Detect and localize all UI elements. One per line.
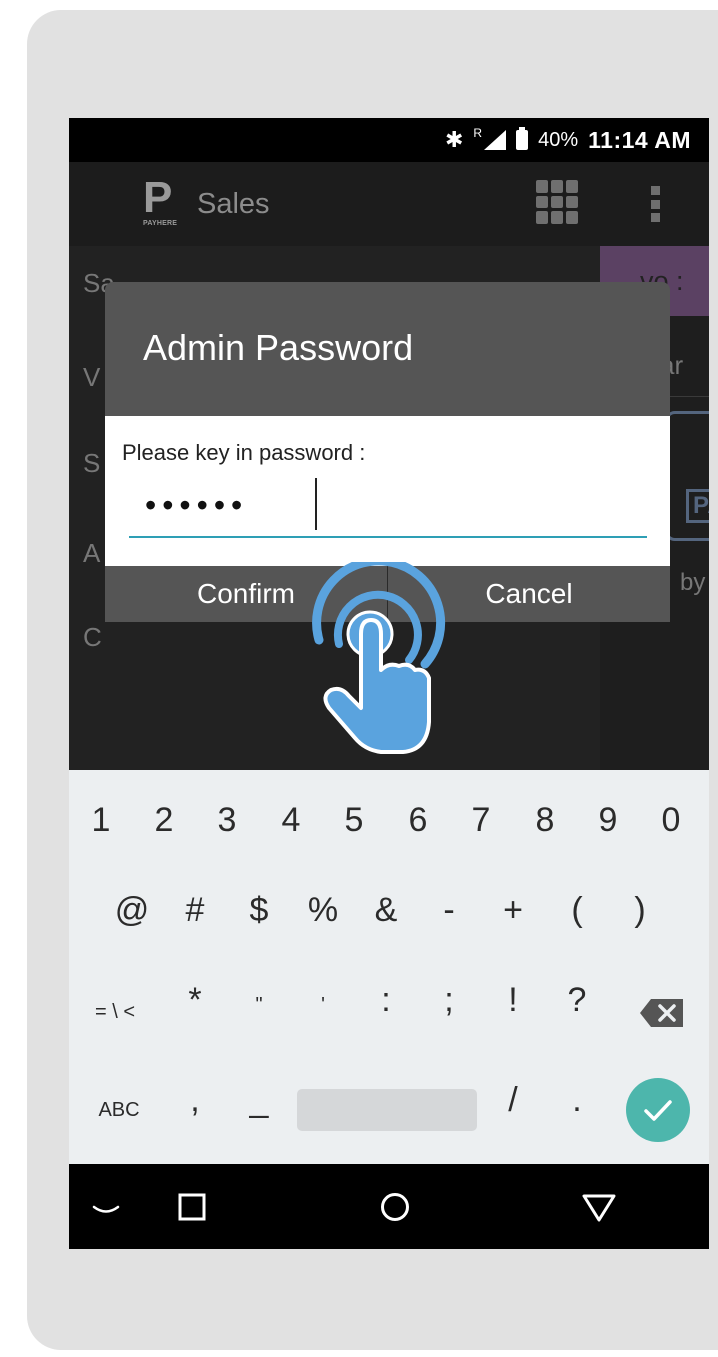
home-icon[interactable] — [380, 1192, 410, 1222]
password-input[interactable] — [129, 474, 647, 538]
key-asterisk[interactable]: * — [173, 970, 217, 1030]
text-cursor — [315, 478, 317, 530]
key-2[interactable]: 2 — [142, 790, 186, 850]
overflow-menu-icon[interactable] — [651, 186, 661, 222]
key-3[interactable]: 3 — [205, 790, 249, 850]
phone-screen: ✱ R 40% 11:14 AM P PAYHERE Sales Sa V S … — [69, 118, 709, 1249]
back-icon[interactable] — [581, 1193, 617, 1223]
key-7[interactable]: 7 — [459, 790, 503, 850]
key-6[interactable]: 6 — [396, 790, 440, 850]
key-more-symbols[interactable]: = \ < — [85, 982, 145, 1042]
menu-item-void[interactable]: V — [83, 362, 100, 393]
clock: 11:14 AM — [588, 126, 691, 153]
key-colon[interactable]: : — [364, 970, 408, 1030]
password-prompt: Please key in password : — [122, 440, 366, 465]
menu-item-close[interactable]: C — [83, 622, 102, 653]
backspace-icon[interactable] — [639, 997, 685, 1029]
tap-gesture-icon — [312, 562, 446, 754]
key-8[interactable]: 8 — [523, 790, 567, 850]
dialog-body: Please key in password : — [105, 416, 670, 566]
qr-payment-icon: PA — [665, 411, 709, 541]
key-4[interactable]: 4 — [269, 790, 313, 850]
numeric-symbol-keyboard: 1 2 3 4 5 6 7 8 9 0 @ # $ % & - + ( ) = … — [69, 770, 709, 1164]
key-close-paren[interactable]: ) — [618, 880, 662, 940]
key-underscore[interactable]: _ — [237, 1070, 281, 1130]
space-bar[interactable] — [297, 1089, 477, 1131]
key-slash[interactable]: / — [491, 1070, 535, 1130]
key-percent[interactable]: % — [301, 880, 345, 940]
key-open-paren[interactable]: ( — [555, 880, 599, 940]
key-question[interactable]: ? — [555, 970, 599, 1030]
key-0[interactable]: 0 — [649, 790, 693, 850]
enter-key[interactable] — [626, 1078, 690, 1142]
menu-item-settings[interactable]: S — [83, 448, 100, 479]
battery-percent: 40% — [538, 128, 579, 151]
key-ampersand[interactable]: & — [364, 880, 408, 940]
navigation-bar — [69, 1164, 709, 1249]
bluetooth-icon: ✱ — [444, 127, 464, 152]
key-exclamation[interactable]: ! — [491, 970, 535, 1030]
payhere-logo: P PAYHERE — [143, 173, 178, 228]
app-bar: P PAYHERE Sales — [69, 162, 709, 246]
key-5[interactable]: 5 — [332, 790, 376, 850]
menu-item-admin[interactable]: A — [83, 538, 100, 569]
key-double-quote[interactable]: " — [237, 975, 281, 1035]
recent-apps-icon[interactable] — [178, 1193, 206, 1221]
hide-keyboard-icon[interactable] — [91, 1204, 121, 1216]
checkmark-icon — [644, 1100, 672, 1121]
key-at[interactable]: @ — [110, 880, 154, 940]
key-semicolon[interactable]: ; — [427, 970, 471, 1030]
key-single-quote[interactable]: ' — [301, 975, 345, 1035]
key-dollar[interactable]: $ — [237, 880, 281, 940]
app-title: Sales — [197, 188, 270, 220]
key-period[interactable]: . — [555, 1070, 599, 1130]
key-1[interactable]: 1 — [79, 790, 123, 850]
dialog-title: Admin Password — [143, 327, 414, 368]
key-comma[interactable]: , — [173, 1070, 217, 1130]
status-bar: ✱ R 40% 11:14 AM — [69, 118, 709, 162]
key-hash[interactable]: # — [173, 880, 217, 940]
key-abc[interactable]: ABC — [89, 1080, 149, 1140]
signal-icon — [484, 130, 507, 150]
roaming-indicator: R — [473, 126, 483, 140]
battery-icon — [516, 127, 529, 150]
powered-by-fragment: by — [680, 569, 706, 596]
key-plus[interactable]: + — [491, 880, 535, 940]
key-minus[interactable]: - — [427, 880, 471, 940]
key-9[interactable]: 9 — [586, 790, 630, 850]
grid-icon[interactable] — [536, 180, 580, 224]
